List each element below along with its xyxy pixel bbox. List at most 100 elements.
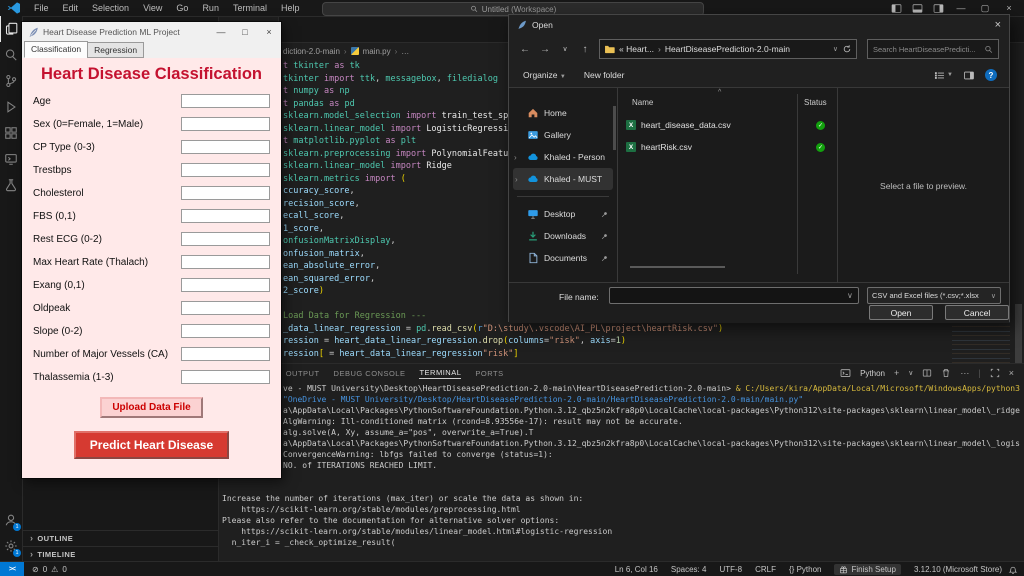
field-input-exang-0-1[interactable] [181, 278, 270, 292]
status-ln-6-col-16[interactable]: Ln 6, Col 16 [615, 565, 658, 574]
field-input-fbs-0-1[interactable] [181, 209, 270, 223]
kill-terminal-icon[interactable] [941, 368, 951, 378]
field-input-sex-0-female-1-male[interactable] [181, 117, 270, 131]
nav-item-gallery[interactable]: Gallery [509, 124, 617, 146]
dialog-close-icon[interactable]: × [995, 19, 1001, 31]
menu-edit[interactable]: Edit [56, 3, 86, 13]
split-terminal-icon[interactable] [922, 368, 932, 378]
sidebar-scrollbar[interactable] [613, 106, 616, 150]
maximize-button[interactable]: ▢ [978, 3, 992, 14]
field-input-age[interactable] [181, 94, 270, 108]
file-name-input[interactable] [609, 287, 859, 304]
tk-minimize-button[interactable]: — [209, 22, 233, 42]
tk-tab-classification[interactable]: Classification [24, 41, 89, 58]
file-list-hscrollbar[interactable] [630, 266, 725, 268]
toggle-sidebar-icon[interactable] [891, 3, 902, 14]
field-input-rest-ecg-0-2[interactable] [181, 232, 270, 246]
status-spaces-4[interactable]: Spaces: 4 [671, 565, 707, 574]
remote-explorer-icon[interactable] [0, 146, 22, 172]
organize-menu[interactable]: Organize ▼ [523, 70, 566, 80]
testing-icon[interactable] [0, 172, 22, 198]
tk-tab-regression[interactable]: Regression [87, 42, 145, 58]
breadcrumb[interactable]: diction-2.0-main › main.py ›… [283, 44, 409, 58]
tk-titlebar[interactable]: Heart Disease Prediction ML Project — □ … [22, 22, 281, 42]
nav-item-desktop[interactable]: Desktop [509, 203, 617, 225]
toggle-secondary-sidebar-icon[interactable] [933, 3, 944, 14]
search-icon[interactable] [0, 42, 22, 68]
nav-item-khaled-must[interactable]: › Khaled - MUST [513, 168, 613, 190]
terminal-dropdown-icon[interactable]: ∨ [908, 369, 913, 377]
field-input-slope-0-2[interactable] [181, 324, 270, 338]
address-bar[interactable]: « Heart... › HeartDiseasePrediction-2.0-… [599, 39, 857, 59]
minimize-button[interactable]: — [954, 3, 968, 13]
address-dropdown-icon[interactable]: ∨ [833, 45, 838, 53]
editor-scrollbar[interactable] [1015, 304, 1022, 363]
terminal-output[interactable]: ve - MUST University\Desktop\HeartDiseas… [222, 383, 1020, 548]
close-panel-icon[interactable]: × [1009, 368, 1014, 378]
forward-icon[interactable]: → [535, 44, 555, 55]
panel-tab-output[interactable]: OUTPUT [286, 369, 320, 378]
field-input-cp-type-0-3[interactable] [181, 140, 270, 154]
menu-file[interactable]: File [27, 3, 56, 13]
preview-pane-icon[interactable] [963, 70, 975, 81]
run-and-debug-icon[interactable] [0, 94, 22, 120]
problems-indicator[interactable]: ⊘ 0 ⚠ 0 [32, 565, 67, 574]
upload-data-button[interactable]: Upload Data File [100, 397, 203, 418]
dialog-search-input[interactable]: Search HeartDiseasePredicti... [867, 39, 999, 59]
status-python[interactable]: {} Python [789, 565, 821, 574]
panel-tab-debug-console[interactable]: DEBUG CONSOLE [334, 369, 406, 378]
field-input-max-heart-rate-thalach[interactable] [181, 255, 270, 269]
dialog-titlebar[interactable]: Open × [509, 15, 1009, 35]
sidebar-section-timeline[interactable]: › TIMELINE [22, 546, 218, 561]
field-input-thalassemia-1-3[interactable] [181, 370, 270, 384]
extensions-icon[interactable] [0, 120, 22, 146]
new-folder-button[interactable]: New folder [584, 70, 625, 80]
terminal-shell-label[interactable]: Python [860, 369, 885, 378]
sidebar-section-outline[interactable]: › OUTLINE [22, 530, 218, 545]
open-button[interactable]: Open [869, 305, 933, 320]
file-type-filter[interactable]: CSV and Excel files (*.csv;*.xlsx ∨ [867, 287, 1001, 304]
menu-selection[interactable]: Selection [85, 3, 136, 13]
menu-terminal[interactable]: Terminal [226, 3, 274, 13]
notifications-bell-icon[interactable] [1008, 565, 1018, 575]
column-header-name[interactable]: Name [632, 98, 653, 107]
maximize-panel-icon[interactable] [990, 368, 1000, 378]
field-input-number-of-major-vessels-ca[interactable] [181, 347, 270, 361]
toggle-panel-icon[interactable] [912, 3, 923, 14]
status-crlf[interactable]: CRLF [755, 565, 776, 574]
chevron-expand-icon[interactable]: › [515, 175, 518, 184]
chevron-expand-icon[interactable]: › [514, 153, 517, 162]
status-3-12-10-microsoft-store[interactable]: 3.12.10 (Microsoft Store) [914, 565, 1002, 574]
explorer-icon[interactable] [0, 16, 23, 42]
menu-view[interactable]: View [136, 3, 169, 13]
breadcrumb-folder[interactable]: HeartDiseasePrediction-2.0-main [665, 44, 790, 54]
menu-help[interactable]: Help [274, 3, 307, 13]
source-control-icon[interactable] [0, 68, 22, 94]
recent-locations-icon[interactable]: ∨ [555, 45, 575, 53]
file-row-heart-disease-data-csv[interactable]: Xheart_disease_data.csv ✓ [626, 118, 831, 132]
status-finish-setup[interactable]: Finish Setup [834, 564, 901, 575]
menu-run[interactable]: Run [195, 3, 226, 13]
settings-gear-icon[interactable]: 1 [0, 533, 22, 559]
new-terminal-icon[interactable]: + [894, 368, 899, 378]
panel-tab-terminal[interactable]: TERMINAL [419, 368, 462, 379]
cancel-button[interactable]: Cancel [945, 305, 1009, 320]
status-utf-8[interactable]: UTF-8 [719, 565, 742, 574]
file-row-heartrisk-csv[interactable]: XheartRisk.csv ✓ [626, 140, 831, 154]
file-name-dropdown-icon[interactable]: ∨ [847, 291, 853, 300]
nav-item-downloads[interactable]: Downloads [509, 225, 617, 247]
accounts-icon[interactable]: 1 [0, 507, 22, 533]
tk-maximize-button[interactable]: □ [233, 22, 257, 42]
menu-go[interactable]: Go [169, 3, 195, 13]
help-icon[interactable]: ? [985, 69, 997, 81]
more-actions-icon[interactable]: ··· [960, 368, 969, 378]
up-icon[interactable]: ↑ [575, 44, 595, 55]
breadcrumb-item[interactable]: diction-2.0-main [283, 47, 340, 56]
predict-button[interactable]: Predict Heart Disease [73, 431, 230, 459]
breadcrumb-item[interactable]: … [401, 47, 409, 56]
tk-close-button[interactable]: × [257, 22, 281, 42]
column-header-status[interactable]: Status [804, 98, 827, 107]
field-input-trestbps[interactable] [181, 163, 270, 177]
remote-indicator[interactable]: >< [0, 562, 24, 576]
back-icon[interactable]: ← [515, 44, 535, 55]
